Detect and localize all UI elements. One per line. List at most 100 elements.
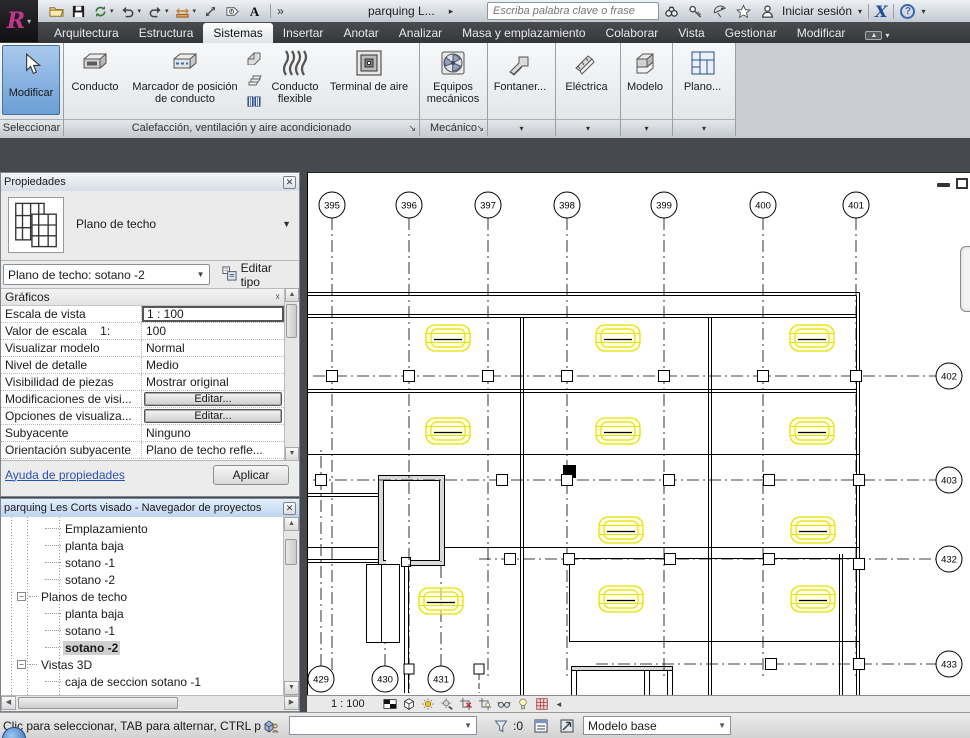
- property-value[interactable]: Normal: [142, 340, 284, 356]
- grid-line-430[interactable]: 430: [372, 642, 398, 692]
- favorites-icon[interactable]: [734, 2, 752, 20]
- column-marker[interactable]: [564, 554, 575, 565]
- tree-item-emplazamiento[interactable]: Emplazamiento: [1, 520, 150, 537]
- tab-gestionar[interactable]: Gestionar: [715, 23, 787, 43]
- tree-item-sotano-2[interactable]: sotano -2: [1, 571, 117, 588]
- section-header-graficos[interactable]: Gráficos ☓: [1, 289, 284, 306]
- grid-line-400[interactable]: 400: [750, 192, 776, 678]
- sync-with-central-icon[interactable]: [90, 2, 110, 20]
- property-value-input[interactable]: 1 : 100: [142, 306, 284, 322]
- tree-item-planos-de-techo[interactable]: −Planos de techo: [1, 588, 129, 605]
- tab-colaborar[interactable]: Colaborar: [596, 23, 669, 43]
- help-icon[interactable]: ?: [900, 4, 915, 19]
- key-icon[interactable]: [686, 2, 704, 20]
- tab-masa-y-emplazamiento[interactable]: Masa y emplazamiento: [452, 23, 595, 43]
- close-icon[interactable]: ✕: [283, 176, 296, 189]
- duct-fitting-button[interactable]: [244, 47, 264, 67]
- viewbar-more-icon[interactable]: ◂: [557, 699, 562, 710]
- light-fixture[interactable]: [790, 325, 834, 351]
- minimize-view-icon[interactable]: [937, 183, 950, 187]
- electrica-button[interactable]: Eléctrica: [556, 43, 617, 117]
- help-dropdown-icon[interactable]: ▾: [921, 7, 925, 16]
- column-marker[interactable]: [854, 559, 865, 570]
- light-fixture[interactable]: [790, 418, 834, 444]
- stair-room[interactable]: [379, 476, 445, 568]
- chevron-down-icon[interactable]: ▾: [165, 7, 169, 15]
- terminal-de-aire-button[interactable]: Terminal de aire: [326, 43, 412, 117]
- worksharing-cube-icon[interactable]: [261, 717, 281, 735]
- panel-dropdown-fontaner[interactable]: ▾: [488, 119, 555, 136]
- title-expand-icon[interactable]: ▸: [449, 6, 454, 17]
- column-marker[interactable]: [851, 371, 862, 382]
- chevron-down-icon[interactable]: ▼: [464, 721, 472, 730]
- pillar-shaft[interactable]: [367, 565, 400, 643]
- column-marker[interactable]: [562, 475, 573, 486]
- post-marker[interactable]: [474, 664, 484, 693]
- search-input[interactable]: [493, 5, 653, 17]
- mechanical-equipment-button[interactable]: Equipos mecánicos: [420, 43, 486, 117]
- properties-scrollbar[interactable]: ▲ ▼: [284, 288, 298, 461]
- column-marker[interactable]: [316, 475, 327, 486]
- property-value[interactable]: Mostrar original: [142, 374, 284, 390]
- chevron-down-icon[interactable]: ▼: [197, 270, 205, 279]
- properties-help-link[interactable]: Ayuda de propiedades: [5, 468, 125, 482]
- column-marker[interactable]: [665, 554, 676, 565]
- design-options-combo[interactable]: Modelo base ▼: [583, 716, 731, 735]
- text-icon[interactable]: A: [244, 2, 264, 20]
- property-value[interactable]: Medio: [142, 357, 284, 373]
- column-marker[interactable]: [764, 475, 775, 486]
- tree-collapse-icon[interactable]: −: [17, 660, 26, 669]
- tree-item-caja-de-seccion-sotano-1[interactable]: caja de seccion sotano -1: [1, 673, 203, 690]
- edit-type-button[interactable]: Editar tipo: [218, 259, 297, 291]
- column-marker[interactable]: [758, 371, 769, 382]
- tree-item-planta-baja[interactable]: planta baja: [1, 605, 126, 622]
- tag-by-category-icon[interactable]: [222, 2, 242, 20]
- qat-overflow-icon[interactable]: »: [277, 4, 284, 18]
- column-marker[interactable]: [854, 475, 865, 486]
- column-marker[interactable]: [764, 554, 775, 565]
- worksets-combo[interactable]: ▼: [289, 716, 477, 735]
- light-fixture[interactable]: [599, 586, 643, 612]
- duct-accessory-button[interactable]: [244, 69, 264, 89]
- property-value[interactable]: 100: [142, 323, 284, 339]
- scrollbar-thumb[interactable]: [18, 697, 178, 709]
- column-marker[interactable]: [659, 371, 670, 382]
- view-scale-button[interactable]: 1 : 100: [331, 698, 365, 710]
- grid-line-398[interactable]: 398: [554, 192, 580, 678]
- light-fixture[interactable]: [419, 588, 463, 614]
- light-fixture[interactable]: [426, 418, 470, 444]
- search-icon[interactable]: [662, 2, 680, 20]
- exchange-apps-icon[interactable]: X: [875, 2, 887, 21]
- properties-title-bar[interactable]: Propiedades ✕: [1, 173, 299, 191]
- panel-dropdown-plano[interactable]: ▾: [673, 119, 735, 136]
- visual-style-icon[interactable]: [401, 697, 417, 712]
- fontaner-button[interactable]: Fontaner...: [488, 43, 552, 117]
- tab-estructura[interactable]: Estructura: [129, 23, 204, 43]
- column-marker[interactable]: [664, 475, 675, 486]
- measure-icon[interactable]: [173, 2, 193, 20]
- search-box[interactable]: [487, 2, 659, 20]
- chevron-down-icon[interactable]: ▾: [110, 7, 114, 15]
- light-fixture[interactable]: [596, 418, 640, 444]
- property-value[interactable]: Plano de techo refle...: [142, 442, 284, 458]
- grid-line-399[interactable]: 399: [651, 192, 677, 678]
- temporary-hide-isolate-icon[interactable]: [496, 697, 512, 712]
- property-value[interactable]: Ninguno: [142, 425, 284, 441]
- chevron-down-icon[interactable]: ▾: [138, 7, 142, 15]
- signin-dropdown-icon[interactable]: ▾: [858, 7, 862, 16]
- panel-label-hvac[interactable]: Calefacción, ventilación y aire acondici…: [64, 119, 419, 136]
- close-icon[interactable]: ✕: [283, 502, 296, 515]
- column-marker[interactable]: [562, 371, 573, 382]
- ribbon-collapse-control[interactable]: ▲▾: [865, 31, 889, 40]
- aligned-dimension-icon[interactable]: [200, 2, 220, 20]
- crop-view-icon[interactable]: [458, 697, 474, 712]
- grid-line-433[interactable]: 433: [596, 651, 962, 677]
- navigation-bar[interactable]: [960, 246, 970, 312]
- ceiling-plan-drawing[interactable]: 395 396 397 398 399 400 401 402 403 432 …: [308, 173, 970, 695]
- dialog-list-icon[interactable]: [531, 717, 551, 735]
- scroll-left-icon[interactable]: ◀: [1, 696, 16, 710]
- column-marker[interactable]: [497, 475, 508, 486]
- drawing-canvas[interactable]: 395 396 397 398 399 400 401 402 403 432 …: [307, 172, 970, 695]
- tab-analizar[interactable]: Analizar: [389, 23, 452, 43]
- column-marker[interactable]: [327, 371, 338, 382]
